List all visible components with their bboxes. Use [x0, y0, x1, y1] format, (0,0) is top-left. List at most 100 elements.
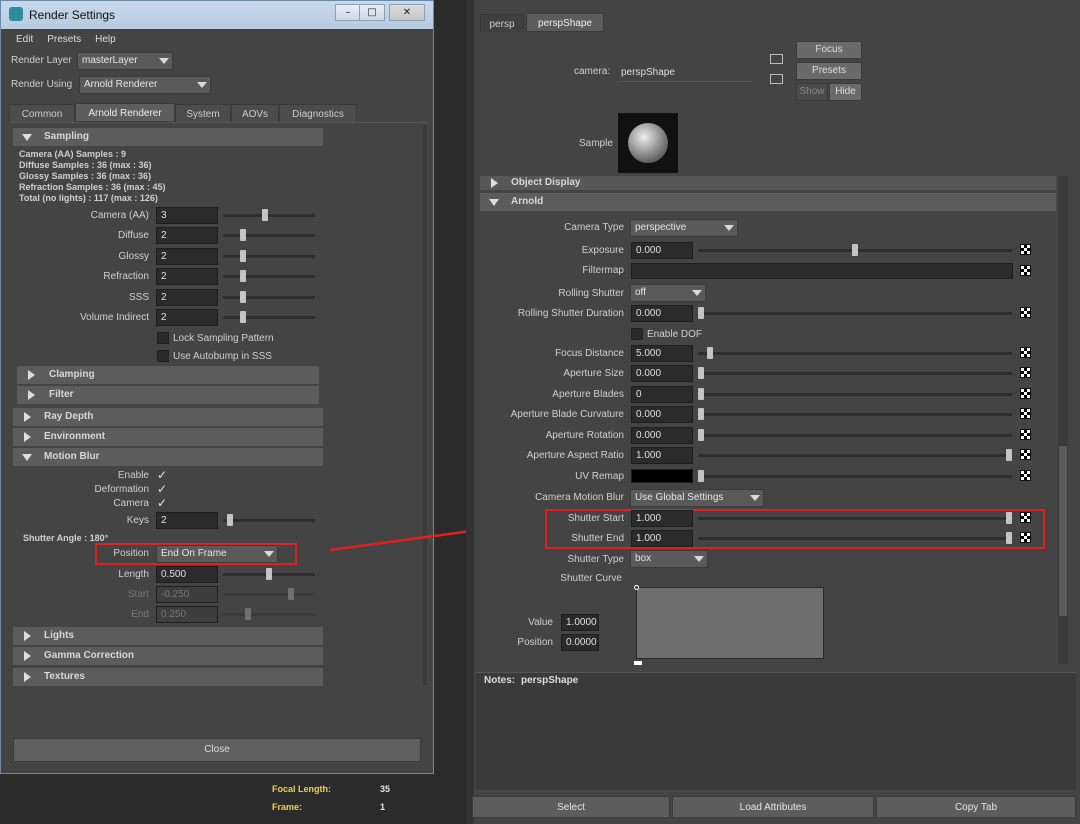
length-slider[interactable]: [223, 568, 315, 580]
menu-edit[interactable]: Edit: [16, 31, 33, 49]
slider-handle[interactable]: [698, 470, 704, 482]
shutter-type-dropdown[interactable]: box: [630, 550, 708, 568]
slider-handle[interactable]: [240, 250, 246, 262]
rolling-shutter-dropdown[interactable]: off: [630, 284, 706, 302]
exposure-field[interactable]: 0.000: [631, 242, 693, 259]
rolling-shutter-duration-slider[interactable]: [698, 307, 1012, 319]
slider-handle[interactable]: [240, 229, 246, 241]
slider-handle[interactable]: [698, 388, 704, 400]
title-bar[interactable]: Render Settings – □ ✕: [1, 1, 433, 29]
curve-position-field[interactable]: 0.0000: [561, 634, 599, 651]
curve-position-marker[interactable]: [634, 661, 642, 665]
shutter-end-field[interactable]: 1.000: [631, 530, 693, 547]
value-field[interactable]: 1.0000: [561, 614, 599, 631]
keys-field[interactable]: 2: [156, 512, 218, 529]
slider-handle[interactable]: [852, 244, 858, 256]
focus-distance-slider[interactable]: [698, 347, 1012, 359]
exposure-slider[interactable]: [698, 244, 1012, 256]
uv-remap-swatch[interactable]: [631, 469, 693, 483]
output-connection-icon[interactable]: [770, 74, 783, 84]
camera-motion-blur-dropdown[interactable]: Use Global Settings: [630, 489, 764, 507]
section-arnold[interactable]: Arnold: [480, 193, 1056, 211]
render-using-dropdown[interactable]: Arnold Renderer: [79, 76, 211, 94]
render-layer-dropdown[interactable]: masterLayer: [77, 52, 173, 70]
aperture-blade-curvature-field[interactable]: 0.000: [631, 406, 693, 423]
aperture-aspect-ratio-slider[interactable]: [698, 449, 1012, 461]
aperture-rotation-field[interactable]: 0.000: [631, 427, 693, 444]
slider-handle[interactable]: [1006, 512, 1012, 524]
uv-remap-slider[interactable]: [698, 470, 1012, 482]
tab-aovs[interactable]: AOVs: [231, 104, 279, 123]
section-textures[interactable]: Textures: [13, 668, 323, 686]
tab-persp[interactable]: persp: [480, 14, 524, 33]
slider-handle[interactable]: [240, 270, 246, 282]
texture-map-icon[interactable]: [1020, 367, 1031, 378]
minimize-icon[interactable]: –: [335, 4, 361, 21]
tab-system[interactable]: System: [175, 104, 231, 123]
slider-handle[interactable]: [698, 367, 704, 379]
menu-presets[interactable]: Presets: [47, 31, 81, 49]
slider-handle[interactable]: [698, 429, 704, 441]
slider-handle[interactable]: [698, 307, 704, 319]
focus-distance-field[interactable]: 5.000: [631, 345, 693, 362]
texture-map-icon[interactable]: [1020, 532, 1031, 543]
camera-type-dropdown[interactable]: perspective: [630, 219, 738, 237]
diffuse-field[interactable]: 2: [156, 227, 218, 244]
keys-slider[interactable]: [223, 514, 315, 526]
select-button[interactable]: Select: [472, 796, 670, 818]
scrollbar[interactable]: [1058, 176, 1068, 664]
notes-area[interactable]: [476, 672, 1076, 790]
slider-handle[interactable]: [240, 291, 246, 303]
texture-map-icon[interactable]: [1020, 265, 1031, 276]
slider-handle[interactable]: [262, 209, 268, 221]
maximize-icon[interactable]: □: [359, 4, 385, 21]
sss-slider[interactable]: [223, 291, 315, 303]
presets-button[interactable]: Presets: [796, 62, 862, 80]
diffuse-slider[interactable]: [223, 229, 315, 241]
texture-map-icon[interactable]: [1020, 408, 1031, 419]
slider-handle[interactable]: [698, 408, 704, 420]
texture-map-icon[interactable]: [1020, 449, 1031, 460]
refraction-field[interactable]: 2: [156, 268, 218, 285]
shutter-start-slider[interactable]: [698, 512, 1012, 524]
aperture-size-slider[interactable]: [698, 367, 1012, 379]
shutter-start-field[interactable]: 1.000: [631, 510, 693, 527]
section-ray-depth[interactable]: Ray Depth: [13, 408, 323, 426]
rolling-shutter-duration-field[interactable]: 0.000: [631, 305, 693, 322]
section-sampling[interactable]: Sampling: [13, 128, 323, 146]
sss-field[interactable]: 2: [156, 289, 218, 306]
camera-aa-field[interactable]: 3: [156, 207, 218, 224]
texture-map-icon[interactable]: [1020, 347, 1031, 358]
shutter-curve-graph[interactable]: [634, 585, 824, 659]
aperture-blades-slider[interactable]: [698, 388, 1012, 400]
slider-handle[interactable]: [266, 568, 272, 580]
section-object-display[interactable]: Object Display: [480, 176, 1056, 190]
input-connection-icon[interactable]: [770, 54, 783, 64]
aperture-rotation-slider[interactable]: [698, 429, 1012, 441]
section-environment[interactable]: Environment: [13, 428, 323, 446]
section-lights[interactable]: Lights: [13, 627, 323, 645]
filtermap-field[interactable]: [631, 263, 1013, 279]
aperture-blades-field[interactable]: 0: [631, 386, 693, 403]
lock-sampling-pattern-checkbox[interactable]: [157, 332, 169, 344]
aperture-blade-curvature-slider[interactable]: [698, 408, 1012, 420]
length-field[interactable]: 0.500: [156, 566, 218, 583]
slider-handle[interactable]: [707, 347, 713, 359]
show-button[interactable]: Show: [796, 83, 828, 101]
glossy-slider[interactable]: [223, 250, 315, 262]
shutter-end-slider[interactable]: [698, 532, 1012, 544]
aperture-size-field[interactable]: 0.000: [631, 365, 693, 382]
tab-arnold-renderer[interactable]: Arnold Renderer: [75, 103, 175, 122]
texture-map-icon[interactable]: [1020, 429, 1031, 440]
texture-map-icon[interactable]: [1020, 307, 1031, 318]
slider-handle[interactable]: [1006, 532, 1012, 544]
tab-perspshape[interactable]: perspShape: [526, 13, 604, 32]
scrollbar-thumb[interactable]: [1059, 446, 1067, 616]
tab-diagnostics[interactable]: Diagnostics: [279, 104, 357, 123]
texture-map-icon[interactable]: [1020, 512, 1031, 523]
position-dropdown[interactable]: End On Frame: [156, 545, 278, 563]
refraction-slider[interactable]: [223, 270, 315, 282]
camera-mb-checkbox[interactable]: ✓: [157, 497, 167, 509]
section-filter[interactable]: Filter: [17, 386, 319, 404]
volume-indirect-slider[interactable]: [223, 311, 315, 323]
